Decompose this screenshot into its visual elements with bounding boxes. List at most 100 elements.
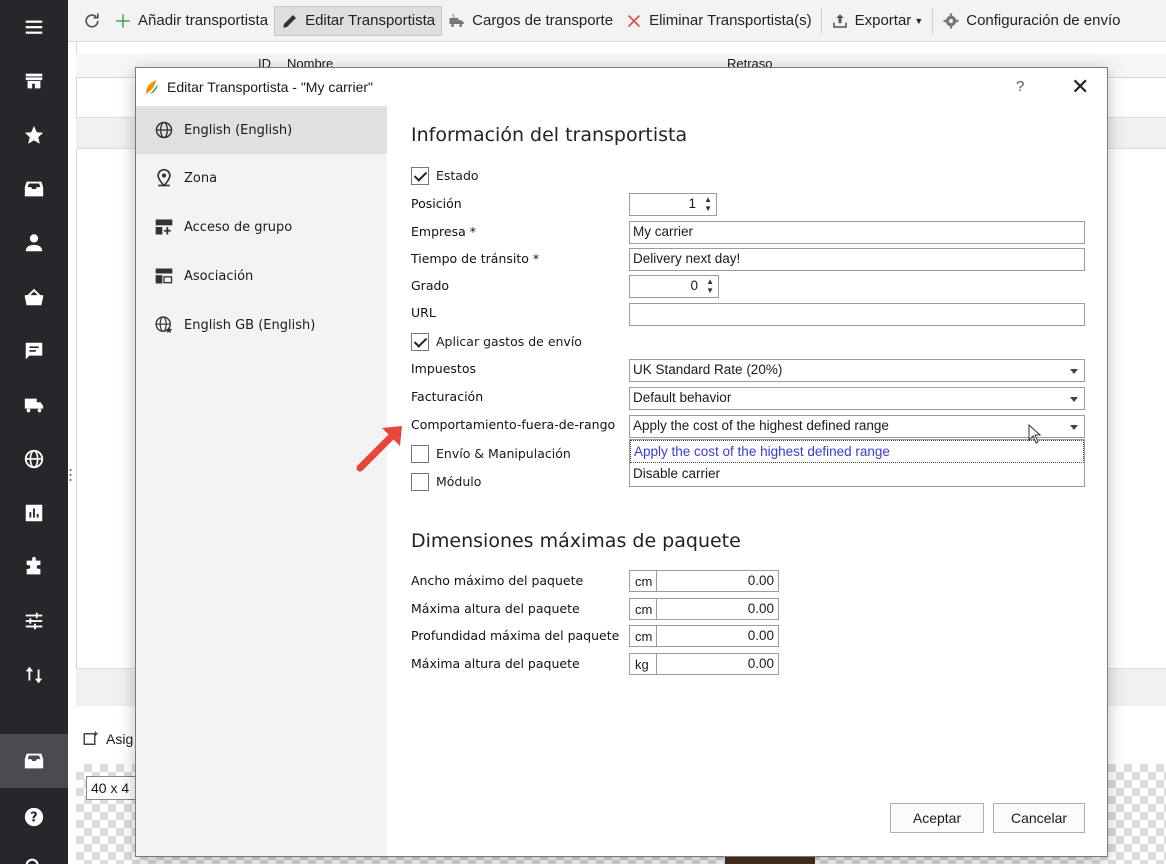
- close-button[interactable]: ✕: [1071, 74, 1089, 100]
- mouse-cursor-icon: [1028, 424, 1042, 444]
- export-icon: [832, 13, 847, 28]
- spin-arrows-icon[interactable]: ▲ ▼: [704, 195, 712, 213]
- impuestos-label: Impuestos: [411, 361, 476, 376]
- message-icon[interactable]: [0, 324, 68, 378]
- assign-label: Asig: [106, 731, 134, 747]
- dropdown-option-disable-carrier[interactable]: Disable carrier: [630, 463, 1084, 486]
- gear-icon: [943, 13, 959, 28]
- fuera-rango-select[interactable]: Apply the cost of the highest defined ra…: [629, 415, 1085, 438]
- peso-unit: kg: [629, 653, 657, 675]
- empresa-label: Empresa *: [411, 224, 476, 239]
- inbox-active-icon[interactable]: [0, 734, 68, 788]
- help-button[interactable]: ?: [1016, 78, 1024, 95]
- estado-checkbox[interactable]: [411, 167, 429, 185]
- chevron-down-icon: [1070, 397, 1078, 402]
- dialog-titlebar: Editar Transportista - "My carrier" ? ✕: [136, 68, 1107, 106]
- edit-carrier-button[interactable]: Editar Transportista: [274, 5, 443, 36]
- refresh-icon[interactable]: [80, 9, 104, 33]
- impuestos-value: UK Standard Rate (20%): [633, 362, 783, 377]
- inbox-icon[interactable]: [0, 162, 68, 216]
- toolbar-divider: [932, 7, 934, 34]
- posicion-stepper[interactable]: 1 ▲ ▼: [629, 193, 717, 216]
- grado-value: 0: [690, 278, 698, 293]
- chart-icon[interactable]: [0, 486, 68, 540]
- sidebar-item-english-gb[interactable]: English GB (English): [136, 301, 387, 349]
- export-button[interactable]: Exportar ▼: [825, 6, 930, 36]
- package-dimensions-heading: Dimensiones máximas de paquete: [411, 530, 741, 552]
- transport-charges-label: Cargos de transporte: [472, 12, 614, 29]
- person-icon[interactable]: [0, 216, 68, 270]
- impuestos-select[interactable]: UK Standard Rate (20%): [629, 359, 1085, 382]
- chevron-down-icon: ▼: [914, 15, 924, 26]
- url-label: URL: [411, 305, 436, 320]
- menu-icon[interactable]: [0, 0, 68, 54]
- delete-carrier-label: Eliminar Transportista(s): [649, 12, 812, 29]
- globe-icon[interactable]: [0, 432, 68, 486]
- search-icon[interactable]: [0, 840, 68, 864]
- altura-label: Máxima altura del paquete: [411, 601, 580, 616]
- add-carrier-button[interactable]: Añadir transportista: [108, 6, 274, 36]
- sort-arrows-icon[interactable]: [0, 648, 68, 702]
- help-icon[interactable]: ?: [0, 790, 68, 844]
- url-input[interactable]: [629, 303, 1085, 326]
- star-icon[interactable]: [0, 108, 68, 162]
- group-add-icon: [155, 219, 173, 235]
- app-sidebar: ?: [0, 0, 68, 864]
- sidebar-item-label: English GB (English): [184, 317, 316, 333]
- fuera-rango-dropdown: Apply the cost of the highest defined ra…: [629, 439, 1085, 487]
- profundidad-label: Profundidad máxima del paquete: [411, 628, 620, 643]
- spin-arrows-icon[interactable]: ▲ ▼: [706, 277, 714, 295]
- store-icon[interactable]: [0, 54, 68, 108]
- cancel-button[interactable]: Cancelar: [993, 803, 1085, 833]
- sidebar-item-zona[interactable]: Zona: [136, 154, 387, 202]
- truck-icon[interactable]: [0, 378, 68, 432]
- transito-input[interactable]: Delivery next day!: [629, 248, 1085, 271]
- sidebar-item-english[interactable]: English (English): [136, 106, 387, 154]
- aplicar-gastos-label: Aplicar gastos de envío: [436, 334, 582, 349]
- transport-charges-button[interactable]: $ Cargos de transporte: [442, 6, 619, 36]
- globe-icon: [155, 121, 173, 139]
- sidebar-item-acceso-grupo[interactable]: Acceso de grupo: [136, 203, 387, 251]
- fuera-rango-label: Comportamiento-fuera-de-rango: [411, 417, 616, 432]
- edit-carrier-dialog: Editar Transportista - "My carrier" ? ✕ …: [135, 67, 1108, 857]
- aplicar-gastos-checkbox[interactable]: [411, 333, 429, 351]
- pencil-icon: [283, 14, 297, 28]
- delete-carrier-button[interactable]: Eliminar Transportista(s): [619, 6, 818, 36]
- sidebar-item-label: Asociación: [184, 268, 254, 284]
- dialog-content: Información del transportista Estado Pos…: [387, 106, 1107, 856]
- svg-text:?: ?: [30, 811, 37, 826]
- svg-text:$: $: [452, 13, 455, 19]
- sidebar-item-asociacion[interactable]: Asociación: [136, 252, 387, 300]
- shipping-config-label: Configuración de envío: [966, 12, 1121, 29]
- shipping-config-button[interactable]: Configuración de envío: [936, 6, 1126, 36]
- dialog-sidebar: English (English) Zona Acceso de grupo A…: [136, 106, 387, 856]
- empresa-input[interactable]: My carrier: [629, 221, 1085, 244]
- grado-stepper[interactable]: 0 ▲ ▼: [629, 275, 719, 298]
- profundidad-unit: cm: [629, 625, 657, 647]
- splitter-handle[interactable]: [69, 468, 72, 482]
- basket-icon[interactable]: [0, 270, 68, 324]
- accept-button[interactable]: Aceptar: [890, 803, 984, 833]
- modulo-label: Módulo: [436, 474, 482, 489]
- carrier-info-heading: Información del transportista: [411, 124, 688, 146]
- peso-input[interactable]: 0.00: [657, 653, 779, 675]
- fuera-rango-value: Apply the cost of the highest defined ra…: [633, 418, 889, 433]
- sliders-icon[interactable]: [0, 594, 68, 648]
- altura-unit: cm: [629, 598, 657, 620]
- envio-checkbox[interactable]: [411, 445, 429, 463]
- facturacion-select[interactable]: Default behavior: [629, 387, 1085, 410]
- altura-input[interactable]: 0.00: [657, 598, 779, 620]
- modulo-checkbox[interactable]: [411, 473, 429, 491]
- assign-image-button[interactable]: Asig: [82, 730, 133, 748]
- truck-charges-icon: $: [449, 13, 464, 27]
- app-logo-icon: [146, 80, 158, 94]
- facturacion-value: Default behavior: [633, 390, 732, 405]
- puzzle-icon[interactable]: [0, 540, 68, 594]
- ancho-label: Ancho máximo del paquete: [411, 573, 584, 588]
- posicion-value: 1: [688, 196, 696, 211]
- profundidad-input[interactable]: 0.00: [657, 625, 779, 647]
- toolbar-divider: [820, 7, 822, 34]
- association-icon: [155, 268, 173, 284]
- ancho-input[interactable]: 0.00: [657, 570, 779, 592]
- dropdown-option-highest-range[interactable]: Apply the cost of the highest defined ra…: [630, 440, 1084, 463]
